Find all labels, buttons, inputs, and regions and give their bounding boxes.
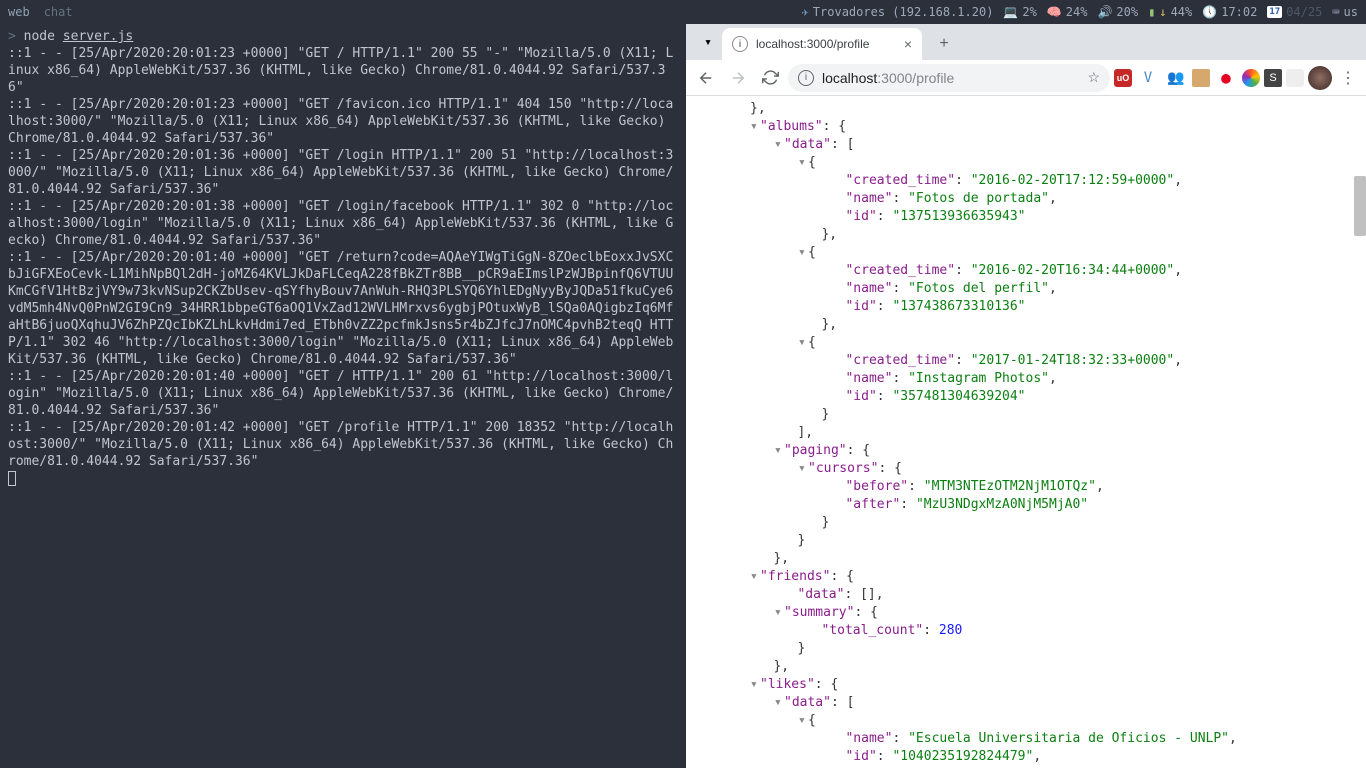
volume-icon: 🔊	[1097, 5, 1112, 19]
extension-pinterest[interactable]: ●	[1214, 66, 1238, 90]
extension-s[interactable]: S	[1264, 69, 1282, 87]
profile-avatar[interactable]	[1308, 66, 1332, 90]
favicon-icon: i	[732, 36, 748, 52]
bird-icon: ▾	[704, 35, 712, 50]
toggle-icon[interactable]: ▾	[774, 136, 784, 154]
toggle-icon[interactable]: ▾	[750, 118, 760, 136]
browser-window: ▾ i localhost:3000/profile × + i localho…	[684, 24, 1366, 768]
laptop-icon: 💻	[1003, 5, 1018, 19]
toggle-icon[interactable]: ▾	[774, 694, 784, 712]
command: node server.js	[24, 29, 134, 44]
site-info-icon[interactable]: i	[798, 70, 814, 86]
terminal-output: ::1 - - [25/Apr/2020:20:01:23 +0000] "GE…	[8, 46, 673, 469]
url-text: localhost:3000/profile	[822, 70, 954, 86]
app-icon: ▾	[694, 24, 722, 60]
keyboard-layout: ⌨ us	[1332, 5, 1358, 19]
extension-generic[interactable]	[1286, 69, 1304, 87]
toggle-icon[interactable]: ▾	[798, 460, 808, 478]
memory-status: 🧠 24%	[1047, 5, 1088, 19]
toggle-icon[interactable]: ▾	[798, 154, 808, 172]
battery-icon: ▮	[1148, 5, 1155, 19]
clock: 🕔 17:02	[1202, 5, 1257, 19]
calendar: 17 04/25	[1267, 5, 1322, 19]
extension-vimium[interactable]: V	[1136, 66, 1160, 90]
keyboard-icon: ⌨	[1332, 5, 1339, 19]
network-label: Trovadores (192.168.1.20)	[813, 5, 994, 19]
bookmark-star-icon[interactable]: ☆	[1087, 69, 1100, 86]
extension-multilogin[interactable]: 👥	[1164, 66, 1188, 90]
terminal-pane[interactable]: > node server.js ::1 - - [25/Apr/2020:20…	[0, 24, 684, 768]
clock-icon: 🕔	[1202, 5, 1217, 19]
toggle-icon[interactable]: ▾	[798, 244, 808, 262]
extension-colorwheel[interactable]	[1242, 69, 1260, 87]
back-button[interactable]	[692, 64, 720, 92]
scrollbar-thumb[interactable]	[1354, 176, 1366, 236]
network-status: ✈ Trovadores (192.168.1.20)	[802, 5, 994, 19]
prompt: >	[8, 29, 16, 44]
terminal-cursor	[8, 471, 16, 486]
status-bar: web chat ✈ Trovadores (192.168.1.20) 💻 2…	[0, 0, 1366, 24]
toggle-icon[interactable]: ▾	[750, 568, 760, 586]
calendar-icon: 17	[1267, 6, 1282, 18]
toggle-icon[interactable]: ▾	[798, 334, 808, 352]
battery-down-icon: ↓	[1159, 5, 1166, 19]
address-bar[interactable]: i localhost:3000/profile ☆	[788, 64, 1110, 92]
tab-title: localhost:3000/profile	[756, 37, 869, 51]
forward-button[interactable]	[724, 64, 752, 92]
extension-box[interactable]	[1192, 69, 1210, 87]
json-viewer[interactable]: }, ▾"albums": { ▾"data": [ ▾{ "created_t…	[686, 96, 1366, 768]
tab-close-icon[interactable]: ×	[904, 36, 912, 52]
toggle-icon[interactable]: ▾	[774, 604, 784, 622]
brain-icon: 🧠	[1047, 5, 1062, 19]
cpu-status: 💻 2%	[1003, 5, 1036, 19]
workspace-chat[interactable]: chat	[44, 5, 73, 19]
tab-strip: ▾ i localhost:3000/profile × +	[686, 24, 1366, 60]
toggle-icon[interactable]: ▾	[750, 676, 760, 694]
browser-toolbar: i localhost:3000/profile ☆ uO V 👥 ● S ⋮	[686, 60, 1366, 96]
reload-button[interactable]	[756, 64, 784, 92]
extension-ublock[interactable]: uO	[1114, 69, 1132, 87]
workspace-web[interactable]: web	[8, 5, 30, 19]
toggle-icon[interactable]: ▾	[774, 442, 784, 460]
browser-menu-button[interactable]: ⋮	[1336, 66, 1360, 90]
toggle-icon[interactable]: ▾	[798, 712, 808, 730]
plane-icon: ✈	[802, 5, 809, 19]
volume-status: 🔊 20%	[1097, 5, 1138, 19]
browser-tab[interactable]: i localhost:3000/profile ×	[722, 28, 922, 60]
battery-status: ▮ ↓ 44%	[1148, 5, 1192, 19]
new-tab-button[interactable]: +	[930, 30, 958, 58]
